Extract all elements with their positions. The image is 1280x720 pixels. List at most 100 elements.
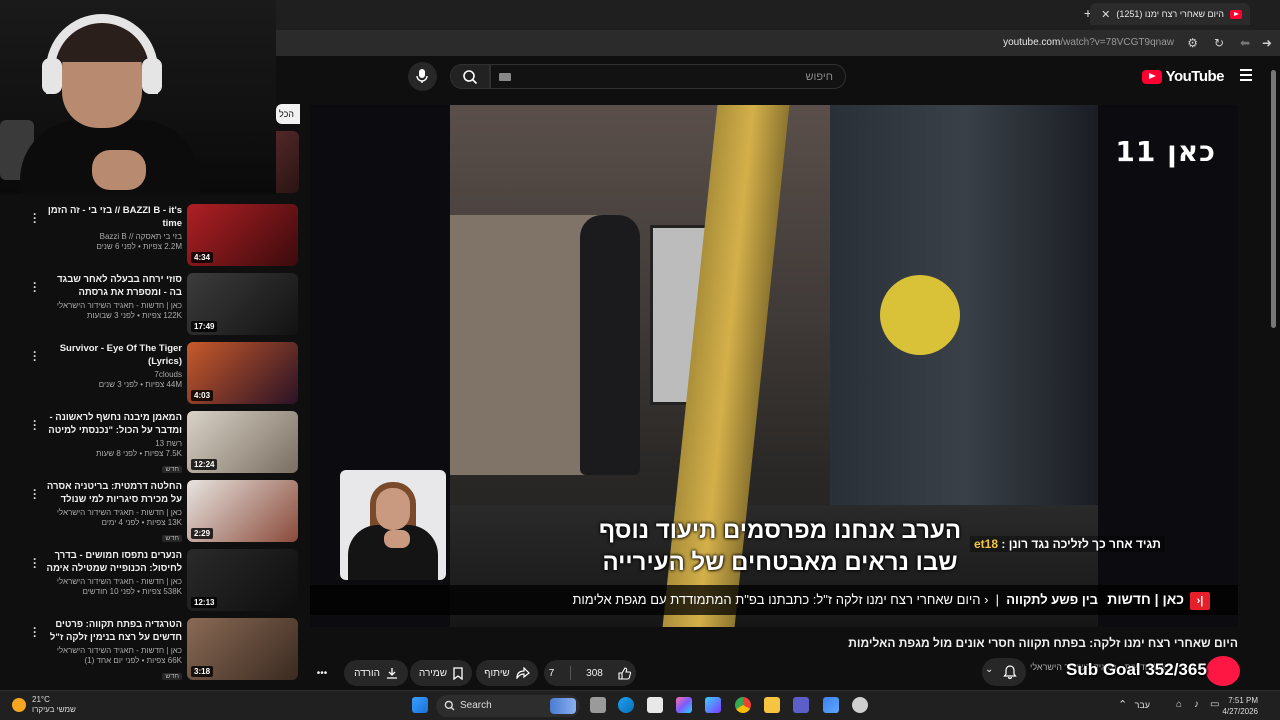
more-vert-icon[interactable]: · · · [30,553,40,573]
system-clock[interactable]: 7:51 PM 4/27/2026 [1222,695,1258,717]
ticker-text: בין פשע לתקווה | ‹ היום שאחרי רצח ימנו ז… [572,592,1098,607]
video-thumbnail[interactable]: 12:13 [187,549,298,611]
forward-arrow-icon[interactable]: ⬅ [1240,36,1250,50]
save-button[interactable]: שמירה [410,660,472,686]
app-icon[interactable] [823,697,839,713]
video-title: הנערים נתפסו חמושים - בדרך לחיסול: הכנופ… [46,550,182,574]
close-tab-icon[interactable]: ✕ [1101,8,1110,21]
divider [569,666,571,680]
more-dots-icon: ••• [316,667,328,679]
video-title: BAZZI B - it's // בזי בי - זה הזמן time [47,205,182,229]
chrome-icon[interactable] [735,697,751,713]
more-vert-icon[interactable]: · · · [30,622,40,642]
filter-chip-all[interactable]: הכל [276,104,300,124]
channel-name[interactable]: רשת 13 [42,439,182,448]
url-text[interactable]: youtube.com/watch?v=78VCGT9qnaw [1003,37,1174,48]
taskbar-search[interactable]: Search [436,695,580,717]
channel-name[interactable]: כאן | חדשות - תאגיד השידור הישראלי [42,301,182,310]
task-view-icon[interactable] [590,697,606,713]
more-actions-button[interactable]: ••• [310,660,334,686]
new-badge: חדש [162,466,182,473]
list-item[interactable]: · · · BAZZI B - it's // בזי בי - זה הזמן ti… [0,204,300,268]
edge-icon[interactable] [618,697,634,713]
video-meta: 2.2M צפיות • לפני 6 שנים [96,242,182,251]
site-settings-icon[interactable]: ⚙ [1187,36,1198,50]
hamburger-menu-icon[interactable] [1240,69,1252,81]
search-button[interactable] [450,64,490,89]
video-thumbnail[interactable]: 4:03 [187,342,298,404]
input-language[interactable]: עבר [1135,700,1150,710]
copilot-icon[interactable] [676,697,692,713]
new-badge: חדש [162,535,182,542]
video-title: החלטה דרמטית: בריטניה אסרה על מכירת סיגר… [46,481,182,505]
list-item[interactable]: · · · המאמן מיבנה נחשף לראשונה - ומדבר על ה… [0,411,300,475]
reload-icon[interactable]: ↻ [1214,36,1224,50]
video-thumbnail[interactable]: 12:24 [187,411,298,473]
channel-name[interactable]: כאן | חדשות - תאגיד השידור הישראלי [42,577,182,586]
youtube-wordmark: YouTube [1165,68,1225,85]
like-count[interactable]: 308 [586,668,603,679]
voice-search-button[interactable] [408,62,437,91]
store-icon[interactable] [647,697,663,713]
page-scrollbar[interactable] [1270,58,1278,690]
scene-storefront [830,105,1098,525]
list-item[interactable]: · · · Survivor - Eye Of The Tiger (Lyrics) 7… [0,342,300,406]
more-vert-icon[interactable]: · · · [30,484,40,504]
file-explorer-icon[interactable] [764,697,780,713]
bookmark-icon [453,666,463,680]
video-duration: 2:29 [191,528,214,539]
video-duration: 12:13 [191,597,218,608]
share-button[interactable]: שיתוף [476,660,538,686]
channel-name[interactable]: כאן | חדשות - תאגיד השידור הישראלי [42,646,182,655]
more-vert-icon[interactable]: · · · [30,208,40,228]
list-item[interactable]: · · · החלטה דרמטית: בריטניה אסרה על מכירת ס… [0,480,300,544]
browser-tab[interactable]: (1251) היום שאחרי רצח ימנו ✕ [1090,3,1250,25]
channel-name[interactable]: 7clouds [42,370,182,379]
ticker-brand: כאן | חדשות [1107,591,1184,607]
chevron-down-icon: ⌄ [985,664,994,675]
tray-chevron-icon[interactable]: ⌃ [1118,698,1127,711]
video-duration: 12:24 [191,459,218,470]
scene-mascot [880,275,960,355]
channel-name[interactable]: כאן | חדשות - תאגיד השידור הישראלי [42,508,182,517]
search-input[interactable]: חיפוש [490,64,846,89]
list-item[interactable]: · · · סוזי ירחה בבעלה לאחר שבגד בה - ומספרת… [0,273,300,337]
interpreter-hands [384,530,410,548]
video-title: סוזי ירחה בבעלה לאחר שבגד בה - ומספרת את… [57,274,182,298]
list-item[interactable]: · · · הטרגדיה בפתח תקווה: פרטים חדשים על רצ… [0,618,300,682]
teams-icon[interactable] [793,697,809,713]
list-item[interactable]: · · · הנערים נתפסו חמושים - בדרך לחיסול: הכ… [0,549,300,613]
youtube-logo[interactable]: YouTube [1141,68,1225,85]
video-thumbnail[interactable]: 4:34 [187,204,298,266]
video-meta: 13K צפיות • לפני 4 ימים [101,518,182,527]
more-vert-icon[interactable]: · · · [30,415,40,435]
scene-person [580,215,640,475]
keyboard-icon[interactable] [499,73,511,81]
related-videos-list: · · · BAZZI B - it's // בזי בי - זה הזמן ti… [0,196,300,690]
thumbs-up-icon[interactable] [618,666,632,680]
battery-icon[interactable]: ▭ [1210,699,1219,710]
search-icon [463,70,478,85]
download-button[interactable]: הורדה [344,660,408,686]
channel-name[interactable]: בזי בי תאסקה // Bazzi B [42,232,182,241]
video-title: הטרגדיה בפתח תקווה: פרטים חדשים על רצח ב… [49,619,182,643]
m365-icon[interactable] [705,697,721,713]
video-player[interactable]: כאן 11 תגיד אחר כך לזליכה נגד רונן : et1… [310,105,1238,627]
more-vert-icon[interactable]: · · · [30,346,40,366]
volume-icon[interactable]: ♪ [1194,699,1199,710]
download-label: הורדה [354,667,380,679]
weather-widget[interactable]: 21°C שמשי בעיקרו [12,695,76,715]
windows-start-icon[interactable] [412,697,428,713]
network-icon[interactable]: ⌂ [1176,699,1182,710]
scrollbar-thumb[interactable] [1271,70,1276,328]
dislike-count[interactable]: 7 [549,668,555,679]
headphone-cup-right [142,58,162,94]
back-arrow-icon[interactable]: ➜ [1262,36,1272,50]
subscribe-bell-button[interactable]: ⌄ [982,658,1026,686]
video-thumbnail[interactable]: 2:29 [187,480,298,542]
windows-taskbar: 21°C שמשי בעיקרו Search ⌃ עבר ⌂ ♪ ▭ 7:51 … [0,690,1280,720]
settings-gear-icon[interactable] [852,697,868,713]
video-thumbnail[interactable]: 17:49 [187,273,298,335]
video-thumbnail[interactable]: 3:18 [187,618,298,680]
more-vert-icon[interactable]: · · · [30,277,40,297]
